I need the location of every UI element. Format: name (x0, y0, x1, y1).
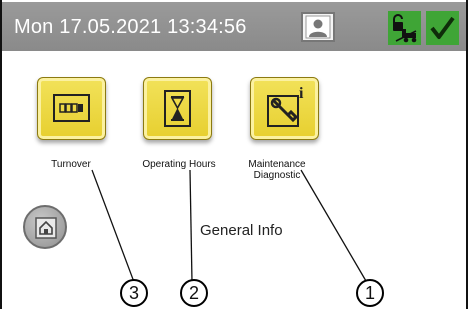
callout-leader-lines (91, 169, 367, 283)
callout-marker: 3 (120, 279, 148, 307)
callout-marker: 2 (180, 279, 208, 307)
callout-marker: 1 (356, 279, 384, 307)
